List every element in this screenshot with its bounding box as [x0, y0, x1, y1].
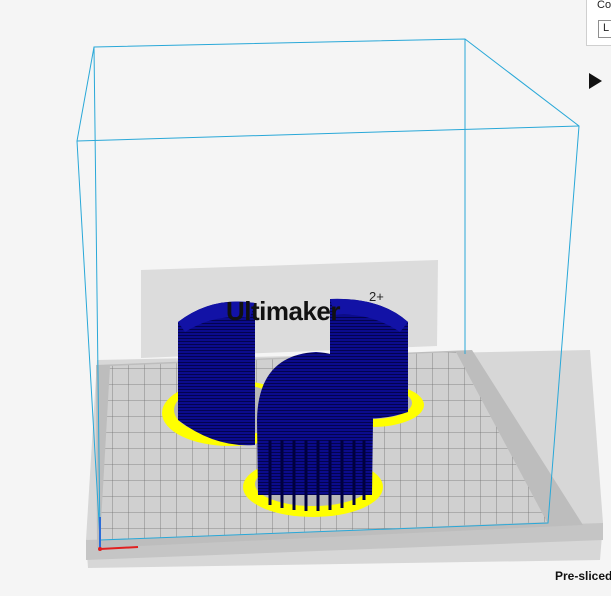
- view-settings-panel: Co L: [586, 0, 611, 46]
- play-icon[interactable]: [589, 73, 602, 89]
- 3d-viewport[interactable]: Ultimaker 2+: [0, 0, 611, 596]
- panel-title: Co: [597, 0, 611, 11]
- view-mode-select[interactable]: L: [598, 20, 611, 38]
- slice-status-text: Pre-sliced: [555, 569, 611, 583]
- printer-brand-label: Ultimaker: [226, 296, 341, 326]
- printer-brand-suffix: 2+: [369, 289, 384, 304]
- model-front-dome: [257, 352, 373, 511]
